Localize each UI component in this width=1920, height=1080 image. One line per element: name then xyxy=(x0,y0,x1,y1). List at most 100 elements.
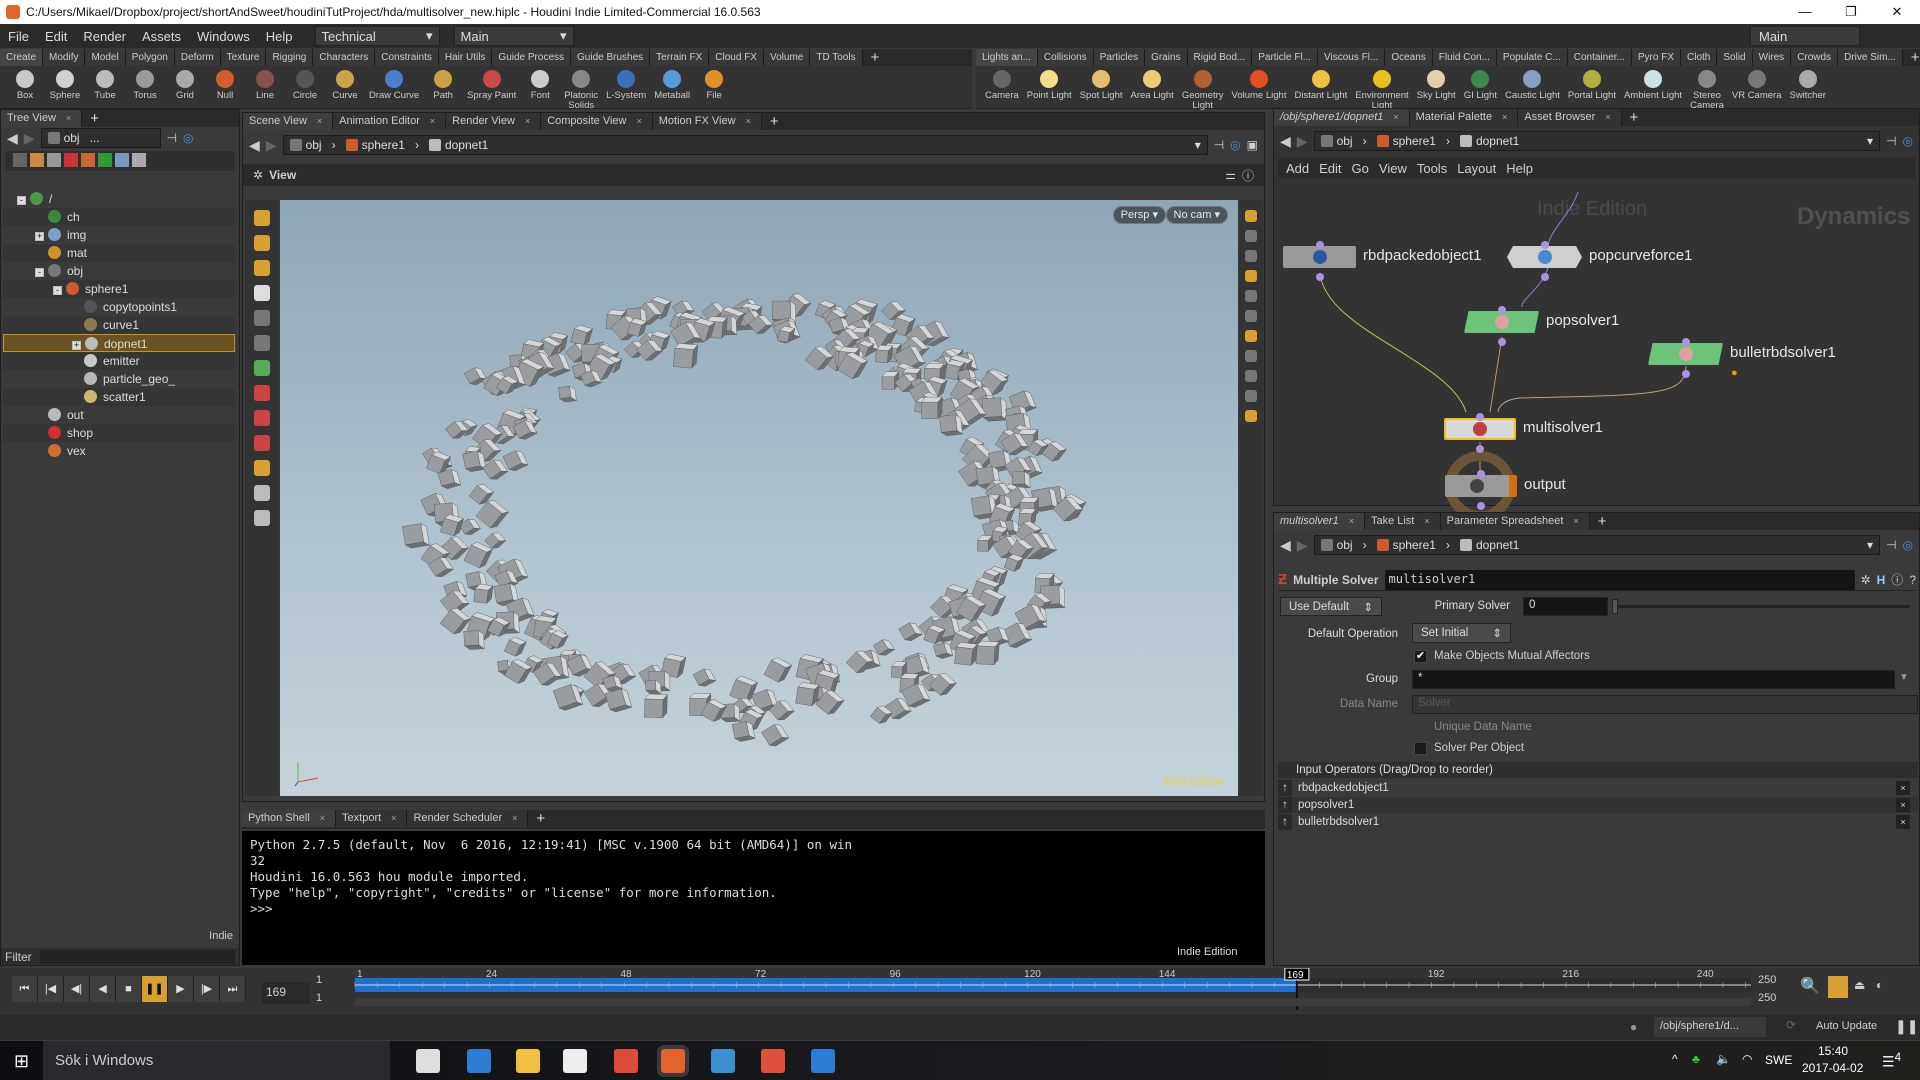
move-icon[interactable] xyxy=(254,310,270,326)
shelf-tool-area-light[interactable]: Area Light xyxy=(1128,68,1177,111)
default-operation-select[interactable]: Set Initial ⇕ xyxy=(1412,623,1511,643)
shelf-tool-geometry-light[interactable]: Geometry Light xyxy=(1179,68,1227,111)
link-icon[interactable]: ◎ xyxy=(1903,538,1913,552)
viewport[interactable]: Persp ▾ No cam ▾ Indie Edition xyxy=(280,200,1238,796)
menu-help[interactable]: Help xyxy=(258,29,301,44)
remove-operator-button[interactable]: × xyxy=(1896,798,1910,812)
collapse-icon[interactable]: - xyxy=(17,196,26,205)
tray-chevron-icon[interactable]: ^ xyxy=(1672,1052,1678,1066)
link-icon[interactable]: ◎ xyxy=(1230,138,1240,152)
shelf-tool-draw-curve[interactable]: Draw Curve xyxy=(366,68,422,111)
tree-item-curve1[interactable]: curve1 xyxy=(3,316,235,334)
shelf-tab-pyro-fx[interactable]: Pyro FX xyxy=(1631,49,1682,66)
crumb-obj[interactable]: obj xyxy=(289,138,322,152)
close-tab-icon[interactable]: × xyxy=(1349,516,1354,526)
node-rbdpackedobject1[interactable] xyxy=(1283,246,1356,268)
menu-windows[interactable]: Windows xyxy=(189,29,258,44)
snap-icon[interactable] xyxy=(254,460,270,476)
tree-item-shop[interactable]: shop xyxy=(3,424,235,442)
shading-icon[interactable] xyxy=(1245,290,1257,302)
output-connector[interactable] xyxy=(1540,273,1549,281)
light-icon[interactable] xyxy=(1245,270,1257,282)
tree-item-ch[interactable]: ch xyxy=(3,208,235,226)
file-explorer-icon[interactable] xyxy=(516,1049,540,1073)
info-icon[interactable]: ⓘ xyxy=(1891,571,1903,588)
node-bulletrbdsolver1[interactable] xyxy=(1648,343,1723,365)
geo-filter-icon[interactable] xyxy=(30,153,44,167)
path-bar[interactable]: obj › sphere1 › dopnet1 ▾ xyxy=(1313,535,1881,555)
shelf-tab-rigid-bod[interactable]: Rigid Bod... xyxy=(1187,49,1253,66)
network-menu-add[interactable]: Add xyxy=(1286,161,1309,176)
path-dropdown-icon[interactable]: ▾ xyxy=(1867,134,1873,148)
view-menu-icon[interactable]: ✲ xyxy=(253,168,263,182)
clock-app-icon[interactable] xyxy=(811,1049,835,1073)
tab-animation-editor[interactable]: Animation Editor × xyxy=(333,113,447,130)
primary-solver-slider[interactable] xyxy=(1612,599,1910,614)
cop-filter-icon[interactable] xyxy=(115,153,129,167)
chop-filter-icon[interactable] xyxy=(98,153,112,167)
task-view-icon[interactable] xyxy=(416,1049,440,1073)
crumb-obj[interactable]: obj xyxy=(1320,538,1353,552)
remove-operator-button[interactable]: × xyxy=(1896,815,1910,829)
tab-asset-browser[interactable]: Asset Browser × xyxy=(1518,109,1622,126)
shelf-tool-sphere[interactable]: Sphere xyxy=(46,68,84,111)
close-tab-icon[interactable]: × xyxy=(512,813,517,823)
output-connector[interactable] xyxy=(1477,502,1485,510)
shelf-tab-terrain-fx[interactable]: Terrain FX xyxy=(650,49,710,66)
shelf-tab-guide-brushes[interactable]: Guide Brushes xyxy=(571,49,651,66)
global-end-input[interactable]: 250 xyxy=(1758,992,1776,1004)
path-bar[interactable]: obj › sphere1 › dopnet1 ▾ xyxy=(282,135,1208,155)
tab-take-list[interactable]: Take List × xyxy=(1364,513,1441,530)
brush-tool-icon[interactable] xyxy=(254,260,270,276)
camera-menu[interactable]: No cam ▾ xyxy=(1165,206,1228,224)
shelf-tool-tube[interactable]: Tube xyxy=(86,68,124,111)
chrome-icon[interactable] xyxy=(614,1049,638,1073)
tree-item-dopnet1[interactable]: + dopnet1 xyxy=(3,334,235,352)
end-frame-input[interactable]: 250 xyxy=(1758,974,1776,986)
close-button[interactable]: ✕ xyxy=(1874,4,1920,20)
rop-filter-icon[interactable] xyxy=(132,153,146,167)
tab-scene-view[interactable]: Scene View × xyxy=(243,113,334,130)
refresh-icon[interactable]: ⟳ xyxy=(1786,1018,1796,1032)
timeline-ruler[interactable]: 1 24 48 72 96 120 144 192 216 240 169 xyxy=(0,968,1920,1013)
shelf-tab-oceans[interactable]: Oceans xyxy=(1385,49,1433,66)
points-icon[interactable] xyxy=(1245,350,1257,362)
close-tab-icon[interactable]: × xyxy=(391,813,396,823)
shelf-tool-spray-paint[interactable]: Spray Paint xyxy=(464,68,519,111)
input-connector[interactable] xyxy=(1681,338,1690,346)
shelf-tool-ambient-light[interactable]: Ambient Light xyxy=(1621,68,1685,111)
collapse-icon[interactable]: - xyxy=(53,286,62,295)
tree-item-particle-geo[interactable]: particle_geo_ xyxy=(3,370,235,388)
shelf-tab-texture[interactable]: Texture xyxy=(220,49,267,66)
network-menu-tools[interactable]: Tools xyxy=(1417,161,1447,176)
shelf-tool-metaball[interactable]: Metaball xyxy=(651,68,693,111)
shelf-tool-platonic-solids[interactable]: Platonic Solids xyxy=(561,68,601,111)
shell-prompt[interactable]: >>> xyxy=(250,901,1257,917)
shelf-tool-grid[interactable]: Grid xyxy=(166,68,204,111)
help-icon[interactable]: ? xyxy=(1909,573,1916,587)
back-arrow-icon[interactable]: ◀ xyxy=(249,137,260,154)
update-path-select[interactable]: /obj/sphere1/d... xyxy=(1654,1017,1766,1037)
shelf-tab-polygon[interactable]: Polygon xyxy=(125,49,175,66)
menu-file[interactable]: File xyxy=(0,29,37,44)
node-output[interactable] xyxy=(1445,475,1517,497)
close-tab-icon[interactable]: × xyxy=(636,116,641,126)
shelf-tab-collisions[interactable]: Collisions xyxy=(1037,49,1094,66)
auto-update-select[interactable]: Auto Update xyxy=(1816,1020,1877,1032)
menu-assets[interactable]: Assets xyxy=(134,29,189,44)
tree-item-copytopoints1[interactable]: copytopoints1 xyxy=(3,298,235,316)
shelf-tab-populate-c[interactable]: Populate C... xyxy=(1496,49,1568,66)
network-menu-layout[interactable]: Layout xyxy=(1457,161,1496,176)
language-indicator[interactable]: SWE xyxy=(1765,1053,1792,1067)
desktop-right-select[interactable]: Main xyxy=(1750,26,1860,46)
edit-tool-icon[interactable] xyxy=(254,235,270,251)
visibility-icon[interactable] xyxy=(1245,250,1257,262)
path-dropdown-icon[interactable]: ▾ xyxy=(1867,538,1873,552)
shelf-tab-constraints[interactable]: Constraints xyxy=(375,49,439,66)
path-dropdown-icon[interactable]: ▾ xyxy=(1195,138,1201,152)
shelf-tab-deform[interactable]: Deform xyxy=(174,49,221,66)
clock-date[interactable]: 2017-04-02 xyxy=(1802,1061,1863,1075)
shelf-tab-volume[interactable]: Volume xyxy=(763,49,811,66)
back-arrow-icon[interactable]: ◀ xyxy=(7,130,18,147)
shelf-tab-lights-an[interactable]: Lights an... xyxy=(976,49,1038,66)
